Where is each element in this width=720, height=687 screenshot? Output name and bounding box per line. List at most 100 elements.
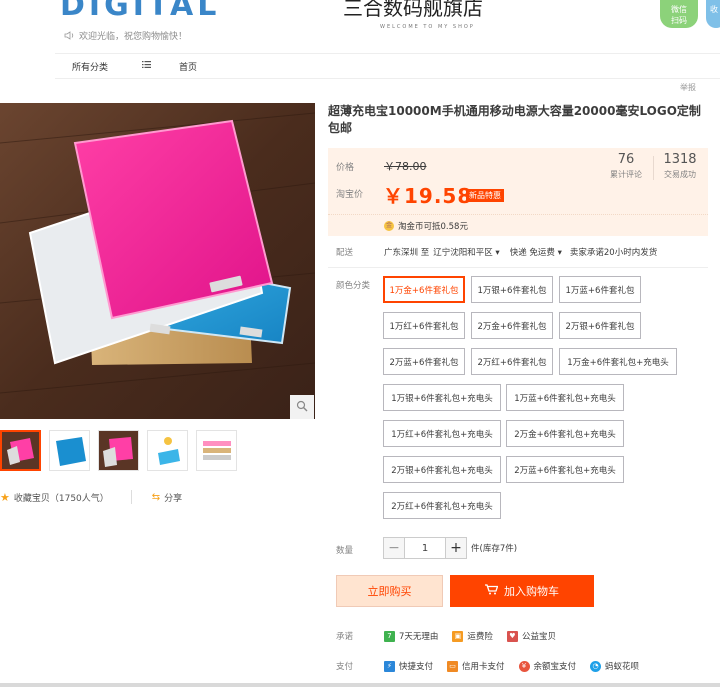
speaker-icon [64, 31, 75, 40]
share-link[interactable]: 分享 [164, 491, 182, 504]
pay-huabei-text: 蚂蚁花呗 [605, 662, 640, 672]
divider [130, 490, 132, 504]
color-option[interactable]: 2万金+6件套礼包+充电头 [506, 420, 624, 447]
taojinbi-line: 金 淘金币可抵 0.58元 [328, 214, 708, 236]
add-to-cart-label: 加入购物车 [504, 585, 559, 598]
promise-freight[interactable]: ▣ 运费险 [452, 630, 493, 642]
pay-yuebao[interactable]: ¥ 余额宝支付 [518, 660, 576, 672]
promise-row: 承诺 7 7天无理由 ▣ 运费险 ♥ 公益宝贝 [336, 630, 706, 642]
shop-nav: 所有分类 首页 [55, 53, 720, 79]
promo-badge: 新品特惠 [466, 189, 504, 202]
pay-quick[interactable]: ⚡ 快捷支付 [384, 660, 433, 672]
thumbnail-2[interactable] [49, 430, 90, 471]
menu-icon[interactable] [142, 61, 152, 71]
charity-heart-icon: ♥ [506, 630, 518, 642]
collect-shop-label: 收 [710, 5, 718, 14]
shipping-row: 配送 广东深圳 至 辽宁沈阳和平区 ▾ 快递 免运费 ▾ 卖家承诺20小时内发货 [336, 246, 706, 258]
pay-huabei[interactable]: ◔ 蚂蚁花呗 [590, 660, 639, 672]
nav-home[interactable]: 首页 [179, 60, 197, 73]
chevron-down-icon: ▾ [557, 248, 562, 258]
thumbnail-1[interactable] [0, 430, 41, 471]
coin-amount: 0.58元 [440, 221, 468, 232]
ship-to-select[interactable]: 辽宁沈阳和平区 ▾ [433, 246, 500, 258]
section-divider [328, 267, 708, 268]
wechat-scan-button[interactable]: 微信 扫码 [660, 0, 698, 28]
huabei-icon: ◔ [590, 660, 602, 672]
sales-count: 1318 [663, 152, 697, 167]
collect-shop-button[interactable]: 收 [706, 0, 720, 28]
color-option[interactable]: 2万红+6件套礼包+充电头 [383, 492, 501, 519]
color-option[interactable]: 2万红+6件套礼包 [471, 348, 553, 375]
color-option[interactable]: 1万红+6件套礼包+充电头 [383, 420, 501, 447]
wechat-scan-label: 微信 扫码 [671, 5, 687, 25]
coin-text: 淘金币可抵 [398, 221, 441, 232]
color-option[interactable]: 2万金+6件套礼包 [471, 312, 553, 339]
color-option[interactable]: 2万蓝+6件套礼包+充电头 [506, 456, 624, 483]
promise-freight-text: 运费险 [467, 632, 493, 642]
main-product-image[interactable] [0, 103, 315, 419]
color-option[interactable]: 1万金+6件套礼包+充电头 [559, 348, 677, 375]
color-option[interactable]: 1万蓝+6件套礼包 [559, 276, 641, 303]
cart-icon [485, 584, 499, 598]
promise-charity[interactable]: ♥ 公益宝贝 [506, 630, 556, 642]
chevron-down-icon: ▾ [495, 248, 500, 258]
thumbnail-5[interactable] [196, 430, 237, 471]
color-option[interactable]: 2万蓝+6件套礼包 [383, 348, 465, 375]
thumbnail-3[interactable] [98, 430, 139, 471]
quantity-minus-button[interactable]: − [383, 537, 405, 559]
express-select[interactable]: 快递 免运费 ▾ [510, 246, 562, 258]
stock-text: 件(库存7件) [471, 544, 518, 554]
product-title: 超薄充电宝10000M手机通用移动电源大容量20000毫安LOGO定制包邮 [328, 104, 701, 135]
color-option[interactable]: 2万银+6件套礼包 [559, 312, 641, 339]
review-stat[interactable]: 76 累计评论 [605, 152, 647, 180]
thumbnail-4[interactable] [147, 430, 188, 471]
favorite-link[interactable]: 收藏宝贝（1750人气） [14, 491, 109, 504]
promise-charity-text: 公益宝贝 [521, 632, 556, 642]
buy-now-button[interactable]: 立即购买 [336, 575, 443, 607]
quantity-plus-button[interactable]: + [445, 537, 467, 559]
pay-quick-text: 快捷支付 [399, 662, 434, 672]
thumbnail-strip [0, 430, 237, 471]
promise-7day-text: 7天无理由 [399, 632, 439, 642]
color-option[interactable]: 1万金+6件套礼包 [383, 276, 465, 303]
quick-pay-icon: ⚡ [384, 660, 395, 672]
favorite-share-row: ★ 收藏宝贝（1750人气） ⇆ 分享 [0, 490, 182, 504]
seven-day-icon: 7 [384, 630, 395, 642]
welcome-message: 欢迎光临，祝您购物愉快！ [64, 29, 187, 42]
report-link[interactable]: 举报 [680, 82, 696, 93]
color-option[interactable]: 1万银+6件套礼包 [471, 276, 553, 303]
coin-icon: 金 [384, 220, 394, 231]
ship-to-text: 辽宁沈阳和平区 [433, 248, 493, 258]
share-icon: ⇆ [151, 491, 161, 503]
magnifier-icon [296, 400, 308, 415]
color-option[interactable]: 1万银+6件套礼包+充电头 [383, 384, 501, 411]
pay-credit[interactable]: ▭ 信用卡支付 [447, 660, 505, 672]
color-option[interactable]: 2万银+6件套礼包+充电头 [383, 456, 501, 483]
star-icon: ★ [0, 490, 10, 504]
color-option[interactable]: 1万红+6件套礼包 [383, 312, 465, 339]
sale-price: ￥19.58 [383, 184, 473, 208]
promise-7day[interactable]: 7 7天无理由 [384, 630, 438, 642]
shop-subtitle: WELCOME TO MY SHOP [380, 24, 475, 30]
yuebao-icon: ¥ [518, 660, 530, 672]
quantity-stepper: − 1 + 件(库存7件) [383, 537, 517, 559]
shop-name: 三合数码舰旗店 [343, 0, 483, 20]
promise-label: 承诺 [336, 632, 354, 642]
price-label: 价格 [336, 163, 355, 173]
review-count: 76 [617, 152, 635, 167]
credit-card-icon: ▭ [447, 660, 459, 672]
taobao-price-label: 淘宝价 [336, 190, 364, 200]
color-option[interactable]: 1万蓝+6件套礼包+充电头 [506, 384, 624, 411]
payment-row: 支付 ⚡ 快捷支付 ▭ 信用卡支付 ¥ 余额宝支付 ◔ 蚂蚁花呗 [336, 660, 716, 672]
quantity-input[interactable]: 1 [405, 537, 445, 559]
shop-logo[interactable]: DIGITAL [60, 0, 220, 23]
shop-header: DIGITAL 欢迎光临，祝您购物愉快！ 三合数码舰旗店 WELCOME TO … [0, 0, 720, 52]
buy-now-label: 立即购买 [367, 585, 412, 598]
welcome-text: 欢迎光临，祝您购物愉快！ [79, 32, 188, 42]
bottom-scroll-edge [0, 683, 720, 687]
quantity-label: 数量 [336, 546, 354, 556]
nav-all-categories[interactable]: 所有分类 [72, 60, 108, 73]
add-to-cart-button[interactable]: 加入购物车 [450, 575, 594, 607]
zoom-button[interactable] [290, 395, 314, 419]
color-label: 颜色分类 [336, 281, 371, 291]
